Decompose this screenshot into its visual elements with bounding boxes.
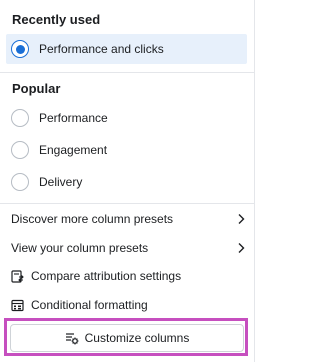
chevron-right-icon — [238, 214, 245, 224]
radio-dot — [15, 44, 25, 54]
section-divider — [0, 203, 255, 204]
preset-option-engagement[interactable]: Engagement — [6, 135, 247, 165]
customize-columns-label: Customize columns — [84, 331, 190, 345]
conditional-formatting-item[interactable]: Conditional formatting — [0, 292, 255, 318]
section-divider — [0, 72, 255, 73]
compare-attribution-label: Compare attribution settings — [31, 269, 182, 283]
view-presets-label: View your column presets — [11, 241, 149, 255]
preset-option-label: Delivery — [39, 175, 83, 189]
radio-button[interactable] — [11, 141, 29, 159]
radio-button[interactable] — [11, 109, 29, 127]
preset-option-performance[interactable]: Performance — [6, 103, 247, 133]
view-presets-item[interactable]: View your column presets — [0, 235, 255, 261]
discover-presets-item[interactable]: Discover more column presets — [0, 206, 255, 232]
conditional-formatting-label: Conditional formatting — [31, 298, 148, 312]
recently-used-heading: Recently used — [12, 12, 101, 27]
preset-option-label: Performance — [39, 111, 108, 125]
radio-button-checked[interactable] — [11, 40, 29, 58]
compare-attribution-icon — [11, 269, 24, 283]
discover-presets-label: Discover more column presets — [11, 212, 174, 226]
preset-option-delivery[interactable]: Delivery — [6, 167, 247, 197]
popular-heading: Popular — [12, 81, 61, 96]
column-presets-menu: Recently used Performance and clicks Pop… — [0, 0, 255, 362]
customize-columns-button[interactable]: Customize columns — [10, 324, 244, 352]
chevron-right-icon — [238, 243, 245, 253]
preset-option-label: Engagement — [39, 143, 108, 157]
conditional-formatting-icon — [11, 299, 24, 311]
preset-option-label: Performance and clicks — [39, 42, 164, 56]
compare-attribution-item[interactable]: Compare attribution settings — [0, 263, 255, 289]
preset-option-performance-and-clicks[interactable]: Performance and clicks — [6, 34, 247, 64]
radio-button[interactable] — [11, 173, 29, 191]
customize-columns-icon — [65, 333, 79, 345]
